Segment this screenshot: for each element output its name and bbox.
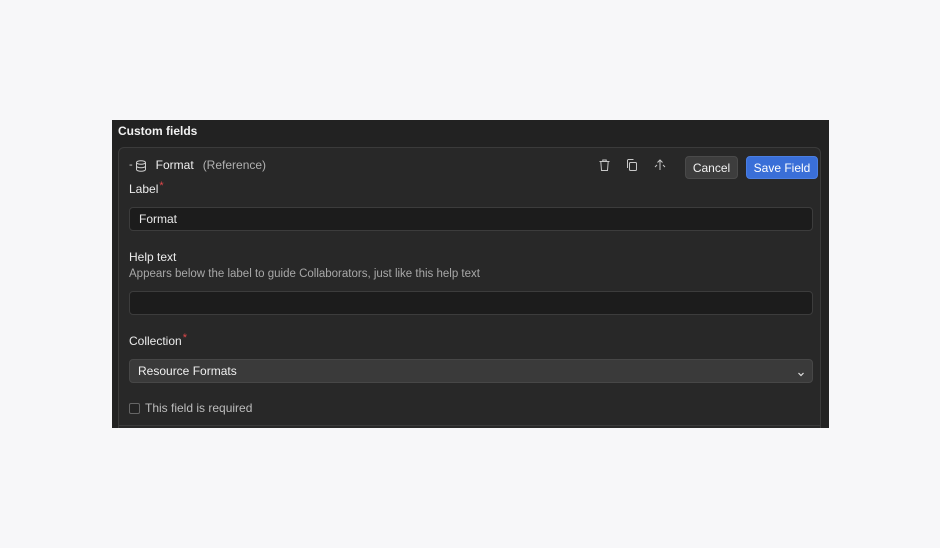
label-field-title: Label*: [129, 180, 164, 196]
collection-selected-value: Resource Formats: [138, 364, 237, 378]
required-checkbox-label: This field is required: [145, 401, 253, 415]
label-input[interactable]: [129, 207, 813, 231]
move-icon[interactable]: [653, 158, 667, 172]
drag-handle-icon[interactable]: -: [129, 159, 133, 171]
chevron-down-icon: [797, 367, 805, 381]
required-marker: *: [182, 332, 187, 344]
field-type: (Reference): [202, 158, 267, 172]
collection-select[interactable]: Resource Formats: [129, 359, 813, 383]
field-name: Format: [155, 158, 194, 172]
collection-title: Collection*: [129, 332, 187, 348]
save-field-button[interactable]: Save Field: [746, 156, 818, 179]
field-editor-card: - Format (Reference) Cancel Save Field L…: [118, 147, 821, 428]
field-header: - Format (Reference): [129, 156, 266, 174]
database-icon: [135, 159, 147, 172]
trash-icon[interactable]: [597, 158, 611, 172]
panel-title: Custom fields: [118, 124, 198, 138]
required-marker: *: [159, 180, 164, 192]
required-checkbox[interactable]: [129, 402, 140, 414]
divider: [119, 425, 820, 426]
help-text-input[interactable]: [129, 291, 813, 315]
help-text-title: Help text: [129, 250, 177, 264]
required-checkbox-row: This field is required: [129, 401, 252, 415]
cancel-button[interactable]: Cancel: [685, 156, 738, 179]
help-text-description: Appears below the label to guide Collabo…: [129, 268, 480, 280]
collection-title-text: Collection: [129, 334, 182, 348]
duplicate-icon[interactable]: [625, 158, 639, 172]
custom-fields-panel: Custom fields - Format (Reference) Cance…: [112, 120, 829, 428]
label-title-text: Label: [129, 182, 159, 196]
